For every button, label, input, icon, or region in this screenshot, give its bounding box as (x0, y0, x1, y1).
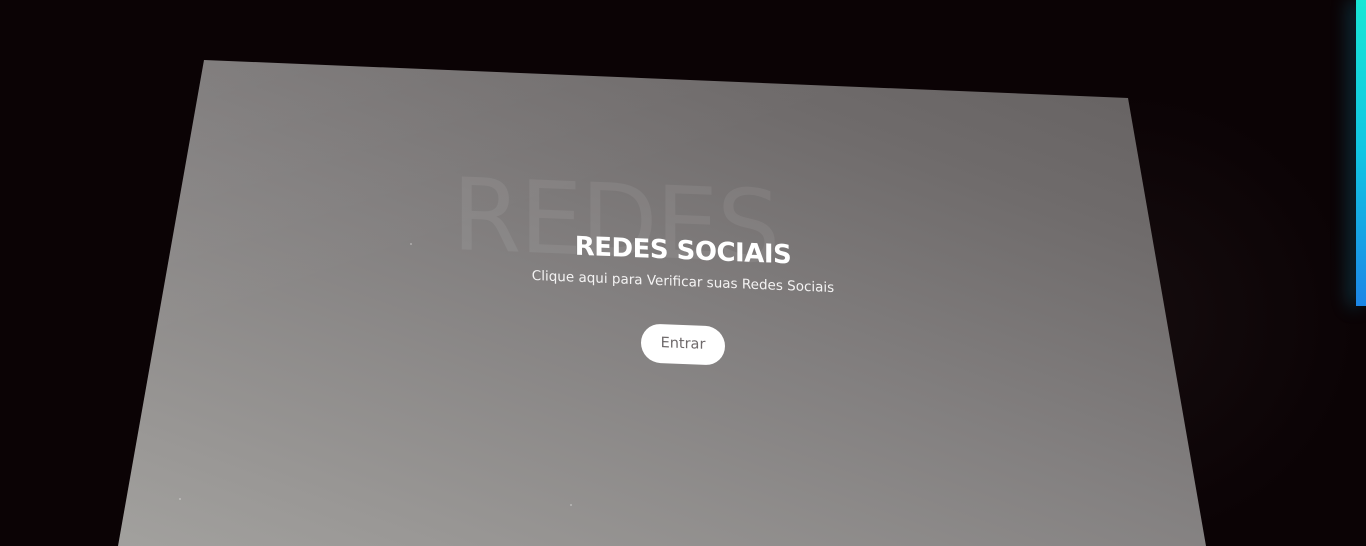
enter-button[interactable]: Entrar (641, 323, 725, 366)
decorative-dot (570, 504, 572, 506)
decorative-dot (179, 498, 181, 500)
decorative-dot (410, 243, 412, 245)
card-content: REDES SOCIAIS Clique aqui para Verificar… (483, 224, 883, 372)
accent-bar (1356, 0, 1366, 306)
page-viewport: REDES REDES SOCIAIS Clique aqui para Ver… (0, 0, 1366, 546)
